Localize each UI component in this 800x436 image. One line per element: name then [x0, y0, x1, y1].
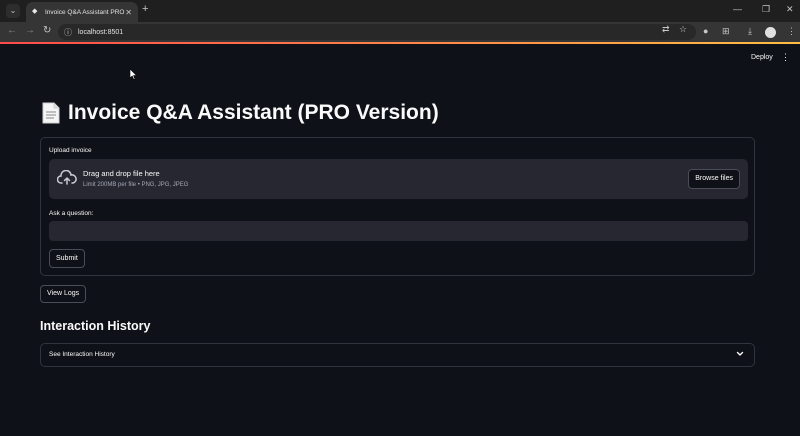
- site-info-icon[interactable]: ⓘ: [64, 27, 72, 38]
- upload-label: Upload invoice: [49, 147, 92, 154]
- view-logs-button[interactable]: View Logs: [40, 285, 87, 303]
- extensions-puzzle-icon[interactable]: ⊞: [722, 26, 730, 37]
- chevron-down-icon: [736, 351, 744, 356]
- profile-avatar[interactable]: [765, 27, 776, 38]
- page-title-text: Invoice Q&A Assistant (PRO Version): [68, 101, 439, 124]
- tab-search-icon[interactable]: ⌄: [6, 4, 20, 18]
- dropzone-limit-hint: Limit 200MB per file • PNG, JPG, JPEG: [83, 182, 189, 188]
- browser-menu-icon[interactable]: ⋮: [787, 26, 796, 37]
- dropzone-instructions: Drag and drop file here: [83, 169, 160, 178]
- address-bar[interactable]: ⓘ localhost:8501: [58, 24, 696, 40]
- browser-tab-bar: ⌄ ◆ Invoice Q&A Assistant PRO ✕ + — ❐ ✕: [0, 0, 800, 22]
- tab-title: Invoice Q&A Assistant PRO: [45, 8, 125, 16]
- main-menu-icon[interactable]: ⋮: [781, 52, 790, 63]
- expander-label: See Interaction History: [49, 351, 115, 358]
- close-window-icon[interactable]: ✕: [786, 4, 794, 15]
- download-icon[interactable]: ⤓: [748, 26, 752, 37]
- question-label: Ask a question:: [49, 210, 94, 217]
- forward-icon[interactable]: →: [25, 25, 35, 36]
- page-title: Invoice Q&A Assistant (PRO Version): [42, 101, 439, 125]
- minimize-icon[interactable]: —: [733, 4, 742, 14]
- interaction-history-heading: Interaction History: [40, 319, 151, 333]
- deploy-button[interactable]: Deploy: [751, 54, 773, 61]
- back-icon[interactable]: ←: [7, 25, 17, 36]
- streamlit-favicon-icon: ◆: [32, 8, 38, 15]
- browser-tab[interactable]: ◆ Invoice Q&A Assistant PRO ✕: [26, 2, 138, 22]
- reload-icon[interactable]: ↻: [43, 25, 51, 36]
- file-dropzone[interactable]: Drag and drop file here Limit 200MB per …: [49, 159, 748, 199]
- browser-toolbar: ← → ↻ ⓘ localhost:8501 ⇄ ☆ ● ⊞ ⤓ ⋮: [0, 22, 800, 42]
- address-url: localhost:8501: [78, 28, 124, 36]
- document-icon: [42, 102, 60, 124]
- question-input[interactable]: [49, 221, 748, 241]
- invoice-form: Upload invoice Drag and drop file here L…: [40, 137, 755, 276]
- translate-icon[interactable]: ⇄: [662, 24, 670, 35]
- interaction-history-expander[interactable]: See Interaction History: [40, 343, 755, 367]
- cloud-upload-icon: [57, 170, 77, 185]
- mouse-cursor-icon: [130, 69, 138, 80]
- tab-close-icon[interactable]: ✕: [125, 8, 132, 17]
- extension-icon[interactable]: ●: [703, 26, 708, 36]
- submit-button[interactable]: Submit: [49, 249, 85, 268]
- new-tab-icon[interactable]: +: [142, 3, 148, 15]
- bookmark-star-icon[interactable]: ☆: [679, 24, 687, 35]
- restore-icon[interactable]: ❐: [762, 4, 770, 15]
- streamlit-header-decoration: [0, 42, 800, 44]
- browse-files-button[interactable]: Browse files: [688, 169, 740, 189]
